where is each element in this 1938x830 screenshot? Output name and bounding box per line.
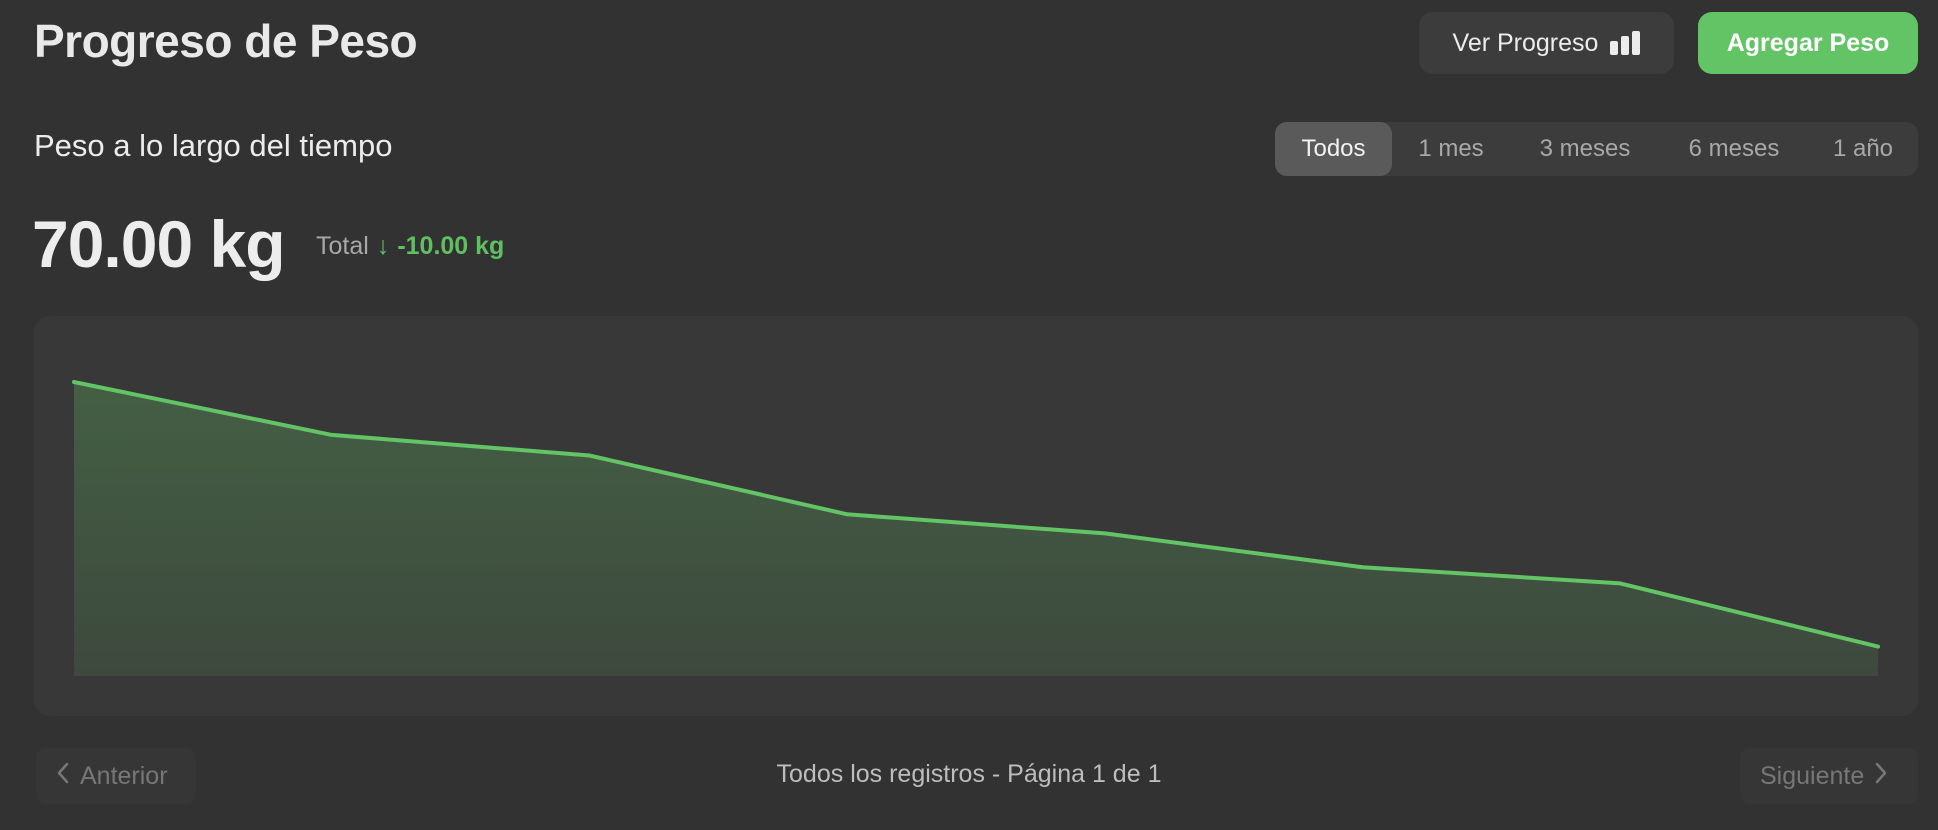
range-selector: Todos 1 mes 3 meses 6 meses 1 año: [1275, 122, 1918, 176]
range-all[interactable]: Todos: [1275, 122, 1392, 176]
bar-chart-icon: [1610, 31, 1641, 55]
range-3-months[interactable]: 3 meses: [1510, 122, 1660, 176]
current-weight: 70.00 kg: [32, 207, 286, 281]
page-title: Progreso de Peso: [34, 15, 418, 67]
weight-progress-page: Progreso de Peso Ver Progreso Agregar Pe…: [0, 0, 1938, 830]
range-6-months[interactable]: 6 meses: [1660, 122, 1808, 176]
page-info: Todos los registros - Página 1 de 1: [776, 760, 1162, 788]
total-change-value: -10.00 kg: [397, 232, 505, 260]
range-1-month[interactable]: 1 mes: [1392, 122, 1510, 176]
view-progress-label: Ver Progreso: [1452, 28, 1599, 57]
add-weight-button[interactable]: Agregar Peso: [1698, 12, 1918, 74]
total-label: Total: [316, 232, 369, 260]
weight-chart: [34, 316, 1918, 716]
chevron-right-icon: [1874, 762, 1888, 791]
next-page-button[interactable]: Siguiente: [1740, 748, 1918, 804]
weight-area-fill: [74, 382, 1878, 676]
total-change-row: Total ↓ -10.00 kg: [316, 232, 504, 261]
view-progress-button[interactable]: Ver Progreso: [1419, 12, 1674, 74]
next-page-label: Siguiente: [1760, 761, 1865, 790]
weight-chart-svg: [72, 380, 1880, 676]
arrow-down-icon: ↓: [376, 232, 390, 260]
range-1-year[interactable]: 1 año: [1808, 122, 1918, 176]
section-title: Peso a lo largo del tiempo: [34, 128, 393, 163]
